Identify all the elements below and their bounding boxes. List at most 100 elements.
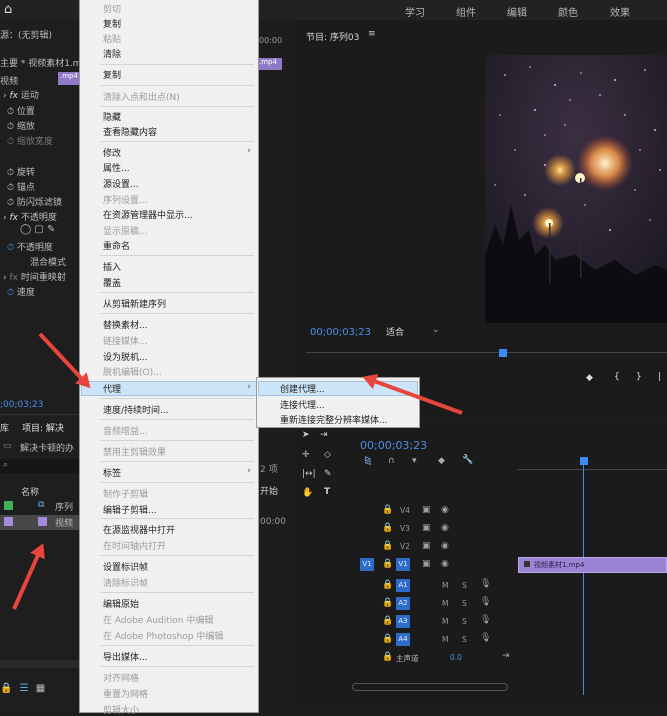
menu-item-audio-gain[interactable]: 音频增益... [103, 424, 148, 437]
menu-item-clear[interactable]: 清除 [103, 47, 121, 60]
project-zoom-slider[interactable] [0, 660, 80, 668]
menu-item-align-to-grid[interactable]: 对齐网格 [103, 671, 139, 684]
project-search-input[interactable]: ⌕ [0, 459, 80, 473]
menu-item-disable-master-effects[interactable]: 禁用主剪辑效果 [103, 445, 166, 458]
microphone-icon[interactable]: 🎙 [480, 615, 491, 625]
menu-item-cut[interactable]: 剪切 [103, 2, 121, 15]
menu-item-view-hidden[interactable]: 查看隐藏内容 [103, 125, 157, 138]
menu-item-reveal-explorer[interactable]: 在资源管理器中显示... [103, 208, 193, 221]
add-marker-icon[interactable]: ▾ [412, 456, 417, 466]
track-a4[interactable]: 🔒 A4 M S 🎙 [296, 631, 667, 649]
time-remap-row[interactable]: › fx 时间重映射 [3, 270, 66, 285]
panel-menu-icon[interactable]: ≡ [368, 29, 376, 39]
menu-item-edit-original[interactable]: 编辑原始 [103, 597, 139, 610]
menu-item-insert[interactable]: 插入 [103, 260, 121, 273]
sync-lock-icon[interactable]: ▣ [422, 505, 431, 515]
menu-item-edit-subclip[interactable]: 编辑子剪辑... [103, 503, 157, 516]
master-volume[interactable]: 0.0 [450, 653, 462, 662]
mute-button[interactable]: M [442, 617, 448, 626]
workspace-tab-assembly[interactable]: 组件 [456, 4, 476, 19]
motion-row[interactable]: › fx 运动 [3, 88, 39, 103]
lock-icon[interactable]: 🔒 [382, 598, 393, 608]
lock-icon[interactable]: 🔒 [382, 580, 393, 590]
stopwatch-icon[interactable]: ⏱ [7, 183, 14, 193]
track-a3[interactable]: 🔒 A3 M S 🎙 [296, 613, 667, 631]
name-column-header[interactable]: 名称 [21, 485, 39, 498]
expand-icon[interactable]: › [3, 273, 7, 283]
opacity-row[interactable]: ⏱ 不透明度 [7, 240, 53, 255]
lock-icon[interactable]: 🔒 [382, 634, 393, 644]
ellipse-mask-icon[interactable]: ◯ [20, 224, 31, 235]
marker-icon[interactable]: ◆ [586, 373, 593, 383]
menu-item-rename[interactable]: 重命名 [103, 239, 130, 252]
track-target-a4[interactable]: A4 [396, 633, 410, 646]
workspace-tab-effects[interactable]: 效果 [610, 4, 630, 19]
wrench-icon[interactable]: 🔧 [462, 455, 473, 465]
track-v2[interactable]: 🔒 V2 ▣ ◉ [296, 538, 667, 556]
speed-row[interactable]: ⏱ 速度 [7, 285, 35, 300]
sync-lock-icon[interactable]: ▣ [422, 541, 431, 551]
mark-out-icon[interactable]: } [636, 372, 642, 382]
menu-item-paste[interactable]: 粘贴 [103, 32, 121, 45]
mark-in-icon[interactable]: { [614, 372, 620, 382]
track-v1[interactable]: V1 🔒 V1 ▣ ◉ 视频素材1.mp4 [296, 556, 667, 574]
menu-item-open-timeline[interactable]: 在时间轴内打开 [103, 539, 166, 552]
effect-timecode[interactable]: ;00;03;23 [0, 400, 43, 415]
source-label[interactable]: 源：(无剪辑) [0, 28, 52, 43]
menu-item-clear-in-out[interactable]: 清除入点和出点(N) [103, 90, 180, 103]
lock-icon[interactable]: 🔒 [382, 505, 393, 515]
selection-tool-icon[interactable]: ➤ [302, 430, 310, 440]
track-v4[interactable]: 🔒 V4 ▣ ◉ [296, 502, 667, 520]
track-target-a2[interactable]: A2 [396, 597, 410, 610]
menu-item-edit-in-photoshop[interactable]: 在 Adobe Photoshop 中编辑 [103, 629, 223, 642]
scale-row[interactable]: ⏱ 缩放 [7, 119, 35, 134]
lock-icon[interactable]: 🔒 [382, 523, 393, 533]
position-row[interactable]: ⏱ 位置 [7, 104, 35, 119]
menu-item-copy[interactable]: 复制 [103, 17, 121, 30]
menu-item-make-subclip[interactable]: 制作子剪辑 [103, 487, 148, 500]
jump-end-icon[interactable]: ⇥ [502, 651, 510, 661]
solo-button[interactable]: S [462, 617, 467, 626]
tab-libraries[interactable]: 库 [0, 421, 9, 434]
home-icon[interactable]: ⌂ [4, 2, 12, 17]
program-time-ruler[interactable] [306, 349, 667, 364]
project-row-sequence[interactable]: ⧉ 序列 [0, 499, 80, 514]
mute-button[interactable]: M [442, 599, 448, 608]
lock-icon[interactable]: 🔒 [0, 683, 12, 694]
menu-item-proxy[interactable]: 代理 [103, 382, 121, 395]
stopwatch-icon[interactable]: ⏱ [7, 168, 14, 178]
stopwatch-icon[interactable]: ⏱ [7, 107, 14, 117]
menu-item-export-media[interactable]: 导出媒体... [103, 650, 148, 663]
eye-icon[interactable]: ◉ [441, 559, 449, 569]
menu-item-new-sequence-from-clip[interactable]: 从剪辑新建序列 [103, 297, 166, 310]
razor-tool-icon[interactable]: ◇ [324, 450, 331, 460]
anti-flicker-row[interactable]: ⏱ 防闪烁滤镜 [7, 195, 62, 210]
timeline-timecode[interactable]: 00;00;03;23 [360, 439, 427, 452]
slip-tool-icon[interactable]: |↔| [302, 469, 316, 479]
lock-icon[interactable]: 🔒 [382, 616, 393, 626]
menu-item-set-poster-frame[interactable]: 设置标识帧 [103, 560, 148, 573]
start-column-header[interactable]: 开始 [260, 484, 278, 497]
timeline-ruler[interactable] [517, 460, 667, 470]
timeline-scrollbar[interactable] [352, 683, 508, 691]
menu-item-show-original[interactable]: 显示原稿... [103, 224, 148, 237]
snap-icon[interactable]: ⧎ [364, 456, 372, 466]
anchor-row[interactable]: ⏱ 锚点 [7, 180, 35, 195]
rotation-row[interactable]: ⏱ 旋转 [7, 165, 35, 180]
menu-item-source-settings[interactable]: 源设置... [103, 177, 139, 190]
menu-item-reset-to-grid[interactable]: 重置为网格 [103, 687, 148, 700]
workspace-tab-learn[interactable]: 学习 [405, 4, 425, 19]
expand-icon[interactable]: › [3, 213, 7, 223]
source-patch-v1[interactable]: V1 [360, 558, 374, 571]
playhead-marker[interactable] [499, 349, 507, 357]
linked-selection-icon[interactable]: ∩ [388, 456, 395, 466]
menu-item-speed-duration[interactable]: 速度/持续时间... [103, 403, 169, 416]
menu-item-make-offline[interactable]: 设为脱机... [103, 350, 148, 363]
microphone-icon[interactable]: 🎙 [480, 579, 491, 589]
lock-icon[interactable]: 🔒 [382, 541, 393, 551]
menu-item-duplicate[interactable]: 复制 [103, 68, 121, 81]
menu-item-clear-poster-frame[interactable]: 清除标识帧 [103, 576, 148, 589]
add-marker-icon[interactable]: ◆ [438, 456, 445, 466]
eye-icon[interactable]: ◉ [441, 523, 449, 533]
track-a2[interactable]: 🔒 A2 M S 🎙 [296, 595, 667, 613]
